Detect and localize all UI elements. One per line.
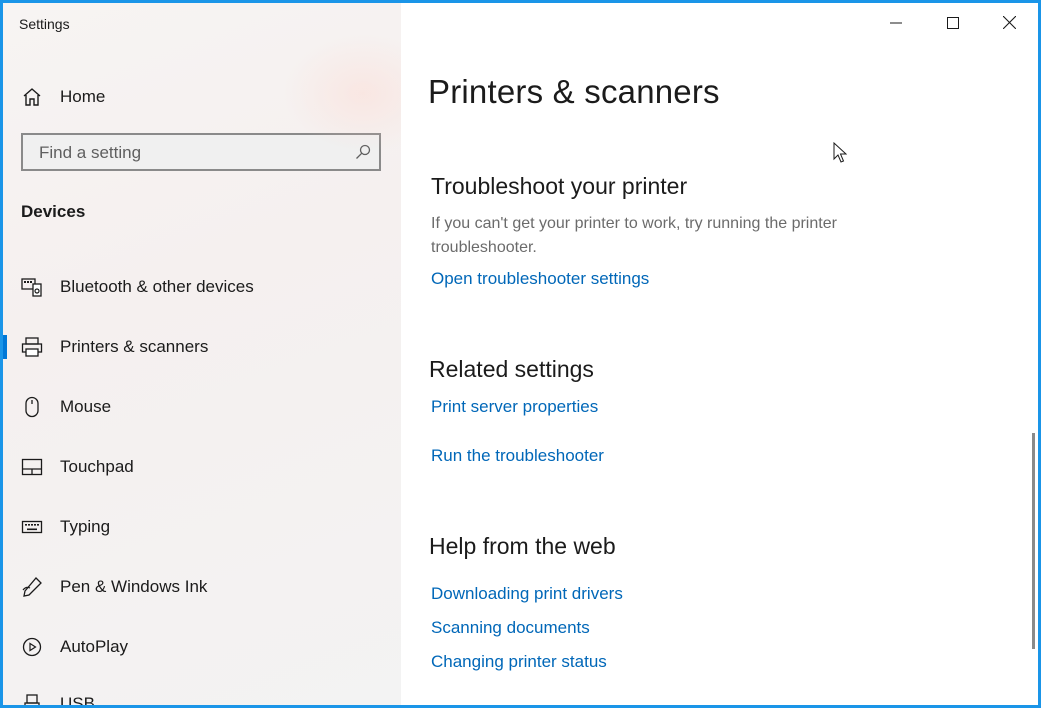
home-icon <box>21 86 43 108</box>
minimize-button[interactable] <box>867 3 924 47</box>
usb-icon <box>21 693 43 705</box>
mouse-icon <box>21 396 43 418</box>
sidebar-item-label: Mouse <box>60 397 112 416</box>
maximize-icon <box>946 16 959 34</box>
sidebar-item-bluetooth[interactable]: Bluetooth & other devices <box>3 263 401 311</box>
sidebar-item-autoplay[interactable]: AutoPlay <box>3 623 401 671</box>
home-nav-item[interactable]: Home <box>3 73 401 121</box>
help-from-web-heading: Help from the web <box>429 533 616 559</box>
window-controls <box>867 3 1038 47</box>
related-settings-heading: Related settings <box>429 356 594 382</box>
section-heading: Devices <box>21 202 86 221</box>
print-server-properties-link[interactable]: Print server properties <box>431 397 598 417</box>
maximize-button[interactable] <box>924 3 981 47</box>
keyboard-icon <box>21 516 43 538</box>
sidebar-item-touchpad[interactable]: Touchpad <box>3 443 401 491</box>
close-icon <box>1002 15 1017 34</box>
search-box[interactable] <box>21 133 381 171</box>
touchpad-icon <box>21 456 43 478</box>
sidebar: Settings Home Devices Bluetooth & other … <box>3 3 443 708</box>
close-button[interactable] <box>981 3 1038 47</box>
autoplay-icon <box>21 636 43 658</box>
sidebar-item-usb[interactable]: USB <box>3 683 401 708</box>
bluetooth-devices-icon <box>21 276 43 298</box>
page-title: Printers & scanners <box>428 73 720 110</box>
scanning-documents-link[interactable]: Scanning documents <box>431 618 590 638</box>
printer-icon <box>21 336 43 358</box>
sidebar-item-label: AutoPlay <box>60 637 129 656</box>
sidebar-item-label: Bluetooth & other devices <box>60 277 254 296</box>
troubleshoot-description: If you can't get your printer to work, t… <box>431 215 837 256</box>
changing-printer-status-link[interactable]: Changing printer status <box>431 652 607 672</box>
mouse-cursor <box>833 141 848 169</box>
sidebar-item-mouse[interactable]: Mouse <box>3 383 401 431</box>
app-title: Settings <box>19 16 70 32</box>
troubleshoot-heading: Troubleshoot your printer <box>431 173 688 199</box>
settings-window: Settings Home Devices Bluetooth & other … <box>0 0 1041 708</box>
sidebar-item-label: Pen & Windows Ink <box>60 577 208 596</box>
minimize-icon <box>889 16 902 34</box>
home-label: Home <box>60 87 106 106</box>
open-troubleshooter-settings-link[interactable]: Open troubleshooter settings <box>431 269 649 289</box>
main-content: Printers & scanners Troubleshoot your pr… <box>401 3 1038 705</box>
search-input[interactable] <box>37 135 341 171</box>
pen-icon <box>21 576 43 598</box>
scrollbar-thumb[interactable] <box>1032 433 1035 649</box>
sidebar-item-label: USB <box>60 694 95 708</box>
downloading-print-drivers-link[interactable]: Downloading print drivers <box>431 584 623 604</box>
sidebar-item-typing[interactable]: Typing <box>3 503 401 551</box>
search-icon[interactable] <box>355 144 371 160</box>
sidebar-item-label: Printers & scanners <box>60 337 209 356</box>
run-troubleshooter-link[interactable]: Run the troubleshooter <box>431 446 604 466</box>
sidebar-item-label: Touchpad <box>60 457 134 476</box>
sidebar-item-pen[interactable]: Pen & Windows Ink <box>3 563 401 611</box>
sidebar-item-printers[interactable]: Printers & scanners <box>3 323 401 371</box>
sidebar-item-label: Typing <box>60 517 111 536</box>
